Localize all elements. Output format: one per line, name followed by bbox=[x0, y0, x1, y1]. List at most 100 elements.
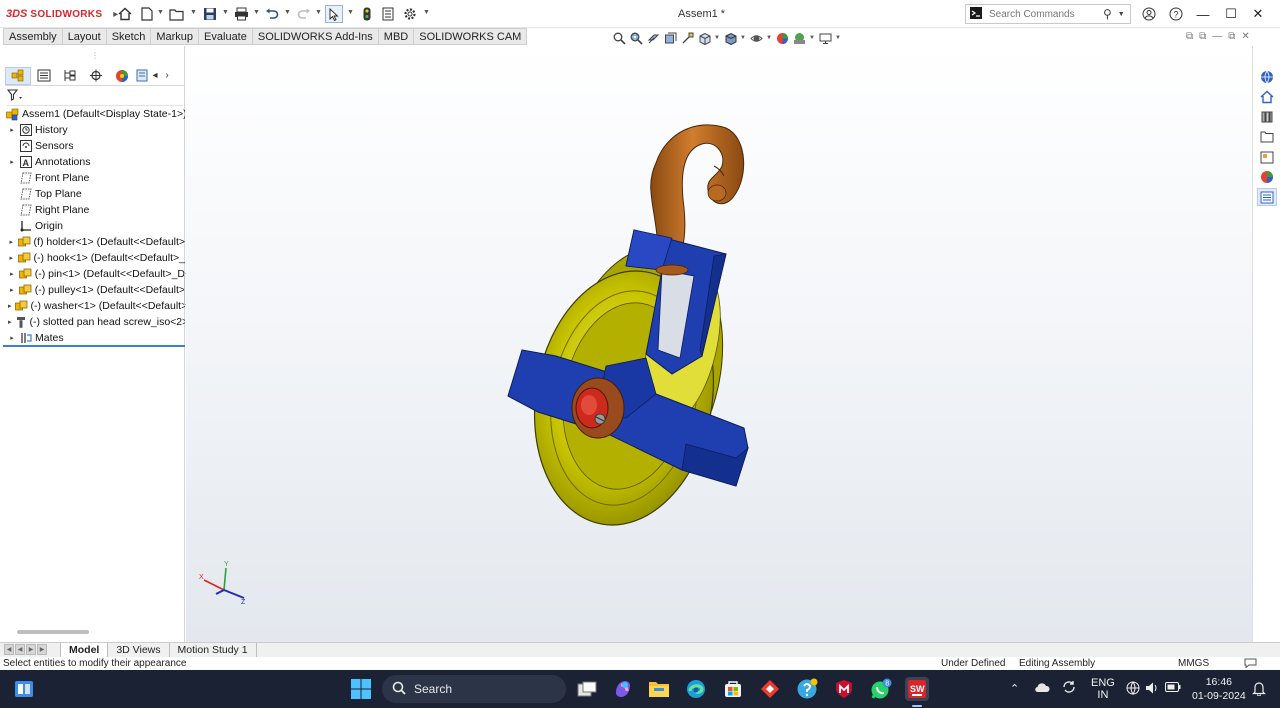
tree-item-annotations[interactable]: ▸ A Annotations bbox=[3, 154, 185, 170]
tree-item-pulley[interactable]: ▸ (-) pulley<1> (Default<<Default> bbox=[3, 282, 185, 298]
tree-item-slotted-screw[interactable]: ▸ (-) slotted pan head screw_iso<2> bbox=[3, 314, 185, 330]
tree-item-right-plane[interactable]: Right Plane bbox=[3, 202, 185, 218]
file-properties-icon[interactable] bbox=[379, 5, 397, 23]
tree-item-top-plane[interactable]: Top Plane bbox=[3, 186, 185, 202]
tree-item-hook[interactable]: ▸ (-) hook<1> (Default<<Default>_ bbox=[3, 250, 186, 266]
network-globe-icon[interactable] bbox=[1126, 681, 1140, 698]
doc-minimize-icon[interactable]: — bbox=[1212, 31, 1222, 42]
last-tab-icon[interactable]: ▶ bbox=[37, 644, 47, 655]
account-icon[interactable] bbox=[1138, 4, 1160, 24]
search-input[interactable] bbox=[989, 8, 1101, 20]
home-icon[interactable] bbox=[116, 5, 134, 23]
tab-solidworks-add-ins[interactable]: SOLIDWORKS Add-Ins bbox=[253, 29, 379, 45]
solidworks-taskbar-icon[interactable]: SW bbox=[905, 677, 929, 701]
options-gear-icon[interactable] bbox=[401, 5, 419, 23]
system-clock[interactable]: 16:46 01-09-2024 bbox=[1192, 675, 1246, 703]
copilot-icon[interactable] bbox=[611, 677, 635, 701]
tab-solidworks-cam[interactable]: SOLIDWORKS CAM bbox=[414, 29, 526, 45]
expand-arrow-icon[interactable]: ▸ bbox=[8, 302, 12, 310]
print-dropdown-icon[interactable]: ▼ bbox=[253, 9, 260, 16]
microsoft-store-icon[interactable] bbox=[721, 677, 745, 701]
panel-grip-icon[interactable]: ⋮ bbox=[91, 51, 99, 60]
tab-evaluate[interactable]: Evaluate bbox=[199, 29, 253, 45]
view-palette-icon[interactable] bbox=[1257, 148, 1277, 166]
start-windows-icon[interactable] bbox=[349, 677, 373, 701]
tree-item-mates[interactable]: ▸ Mates bbox=[3, 330, 185, 346]
expand-arrow-icon[interactable]: ▸ bbox=[8, 158, 16, 166]
tab-sketch[interactable]: Sketch bbox=[107, 29, 152, 45]
taskbar-search-box[interactable]: Search bbox=[382, 675, 566, 703]
unit-system[interactable]: MMGS bbox=[1178, 658, 1209, 669]
tab-motion-study-1[interactable]: Motion Study 1 bbox=[170, 643, 257, 657]
display-manager-tab-icon[interactable] bbox=[109, 67, 135, 85]
custom-properties-icon[interactable] bbox=[1257, 188, 1277, 206]
search-commands-box[interactable]: ⚲ ▼ bbox=[965, 4, 1131, 24]
language-indicator[interactable]: ENG IN bbox=[1091, 677, 1115, 701]
open-folder-icon[interactable] bbox=[168, 5, 186, 23]
view-orientation-dropdown-icon[interactable]: ▼ bbox=[714, 35, 720, 41]
search-icon[interactable]: ⚲ bbox=[1103, 7, 1112, 21]
tab-layout[interactable]: Layout bbox=[63, 29, 107, 45]
tabs-scroll-right-icon[interactable]: › bbox=[161, 70, 173, 81]
undo-icon[interactable] bbox=[263, 5, 281, 23]
chat-assistant-icon[interactable] bbox=[795, 677, 819, 701]
rollback-bar[interactable] bbox=[3, 345, 185, 347]
horizontal-scrollbar[interactable] bbox=[17, 630, 89, 634]
save-icon[interactable] bbox=[201, 5, 219, 23]
tree-root-assembly[interactable]: Assem1 (Default<Display State-1>) bbox=[3, 106, 185, 122]
zoom-to-fit-icon[interactable] bbox=[612, 31, 626, 45]
notifications-bell-icon[interactable] bbox=[1252, 681, 1266, 699]
help-icon[interactable]: ? bbox=[1165, 4, 1187, 24]
hide-show-items-icon[interactable] bbox=[749, 31, 763, 45]
tree-item-origin[interactable]: Origin bbox=[3, 218, 185, 234]
tab-mbd[interactable]: MBD bbox=[379, 29, 415, 45]
tile-window-icon[interactable]: ⧉ bbox=[1186, 31, 1193, 42]
tree-item-washer[interactable]: ▸ (-) washer<1> (Default<<Default> bbox=[3, 298, 185, 314]
design-library-icon[interactable] bbox=[1257, 108, 1277, 126]
tree-item-history[interactable]: ▸ History bbox=[3, 122, 185, 138]
cam-manager-tab-icon[interactable] bbox=[135, 67, 149, 85]
search-dropdown-icon[interactable]: ▼ bbox=[1118, 11, 1125, 18]
file-explorer-icon[interactable] bbox=[1257, 128, 1277, 146]
dimxpert-manager-tab-icon[interactable] bbox=[83, 67, 109, 85]
feature-manager-tree-tab-icon[interactable] bbox=[5, 66, 31, 85]
sync-icon[interactable] bbox=[1062, 680, 1076, 697]
minimize-button[interactable]: — bbox=[1192, 4, 1214, 24]
tab-model[interactable]: Model bbox=[60, 643, 109, 657]
appearances-scenes-icon[interactable] bbox=[1257, 168, 1277, 186]
expand-arrow-icon[interactable]: ▸ bbox=[8, 270, 16, 278]
next-tab-icon[interactable]: ▶ bbox=[26, 644, 36, 655]
apply-scene-icon[interactable] bbox=[792, 31, 806, 45]
expand-arrow-icon[interactable]: ▸ bbox=[8, 318, 12, 326]
view-settings-icon[interactable] bbox=[818, 31, 832, 45]
tab-3d-views[interactable]: 3D Views bbox=[108, 643, 170, 657]
doc-restore-icon[interactable]: ⧉ bbox=[1228, 31, 1235, 42]
zoom-to-area-icon[interactable] bbox=[629, 31, 643, 45]
graphics-area[interactable]: Y X Z bbox=[186, 46, 1252, 642]
edge-browser-icon[interactable] bbox=[684, 677, 708, 701]
options-dropdown-icon[interactable]: ▼ bbox=[423, 9, 430, 16]
tree-filter-bar[interactable] bbox=[6, 88, 183, 106]
save-dropdown-icon[interactable]: ▼ bbox=[222, 9, 229, 16]
file-explorer-taskbar-icon[interactable] bbox=[647, 677, 671, 701]
expand-arrow-icon[interactable]: ▸ bbox=[8, 286, 16, 294]
print-icon[interactable] bbox=[232, 5, 250, 23]
edit-appearance-icon[interactable] bbox=[775, 31, 789, 45]
home-task-icon[interactable] bbox=[1257, 88, 1277, 106]
task-view-icon[interactable] bbox=[575, 677, 599, 701]
tab-markup[interactable]: Markup bbox=[151, 29, 200, 45]
expand-arrow-icon[interactable]: ▸ bbox=[8, 238, 15, 246]
first-tab-icon[interactable]: ◀ bbox=[4, 644, 14, 655]
property-manager-tab-icon[interactable] bbox=[31, 67, 57, 85]
tab-assembly[interactable]: Assembly bbox=[4, 29, 63, 45]
tree-item-front-plane[interactable]: Front Plane bbox=[3, 170, 185, 186]
expand-arrow-icon[interactable]: ▸ bbox=[8, 126, 16, 134]
display-style-dropdown-icon[interactable]: ▼ bbox=[740, 35, 746, 41]
solidworks-resources-icon[interactable] bbox=[1257, 68, 1277, 86]
new-document-icon[interactable] bbox=[138, 5, 156, 23]
solidworks-logo[interactable]: 3DS SOLIDWORKS ▸ bbox=[6, 6, 118, 22]
reference-triad[interactable]: Y X Z bbox=[198, 558, 248, 608]
undo-dropdown-icon[interactable]: ▼ bbox=[284, 9, 291, 16]
display-style-icon[interactable] bbox=[723, 31, 737, 45]
cascade-window-icon[interactable]: ⧉ bbox=[1199, 31, 1206, 42]
